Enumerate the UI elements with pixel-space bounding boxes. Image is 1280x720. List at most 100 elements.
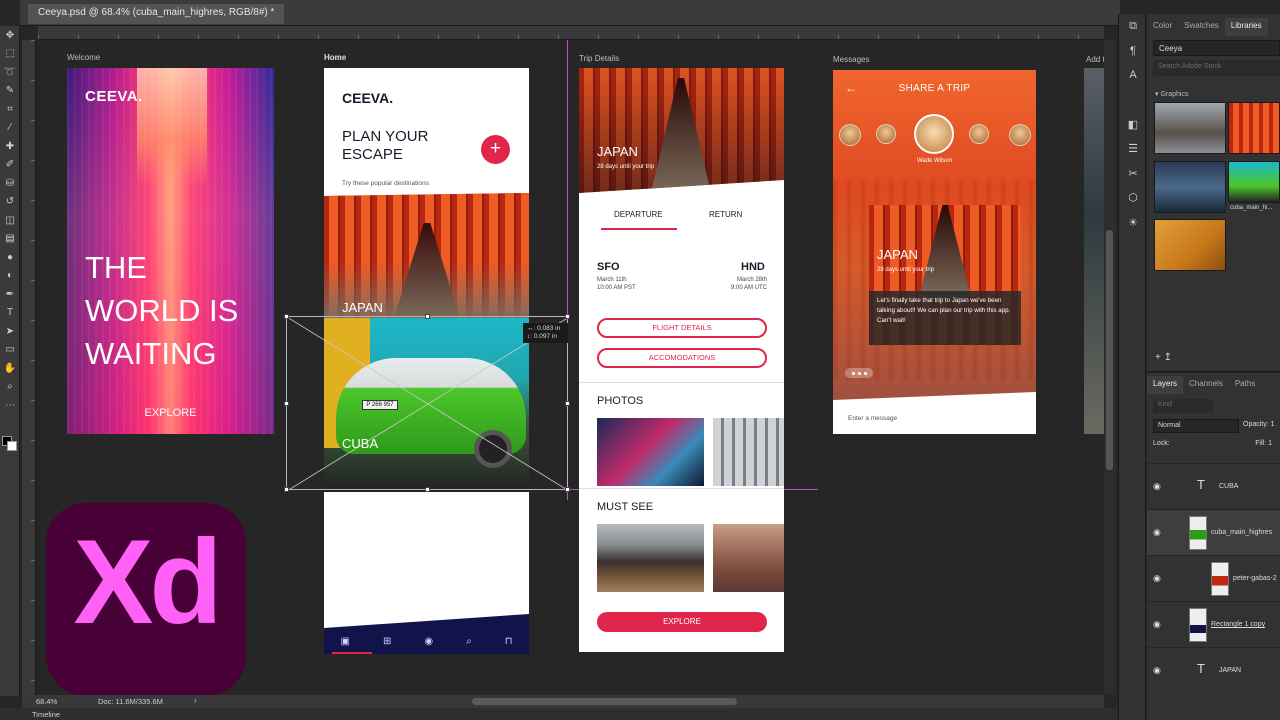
tools-presets-icon[interactable]: ✂ (1119, 161, 1147, 186)
shared-trip-card[interactable]: JAPAN 28 days until your trip Let's fina… (869, 205, 1021, 345)
add-library-item-icon[interactable]: + ↥ (1155, 352, 1172, 363)
adjustments-icon[interactable]: ◧ (1119, 112, 1147, 137)
tab-return[interactable]: RETURN (709, 210, 742, 219)
properties-icon[interactable]: ☰ (1119, 137, 1147, 162)
briefcase-icon[interactable]: ▣ (341, 636, 350, 647)
transform-handle[interactable] (284, 487, 289, 492)
library-graphic-castle[interactable] (1154, 102, 1226, 154)
layer-kind-filter[interactable]: Kind (1153, 399, 1213, 413)
transform-handle[interactable] (565, 401, 570, 406)
layer-row-cuba-main-highres[interactable]: ◉ cuba_main_highres (1147, 509, 1280, 555)
artboard-label-trip[interactable]: Trip Details (579, 54, 619, 63)
layer-row-japan[interactable]: ◉ T JAPAN (1147, 647, 1280, 693)
lasso-tool-icon[interactable]: ➰ (0, 63, 20, 82)
bookmark-icon[interactable]: ⊓ (505, 636, 513, 647)
move-tool-icon[interactable]: ✥ (0, 26, 20, 45)
artboard-label-messages[interactable]: Messages (833, 55, 869, 64)
path-select-tool-icon[interactable]: ➤ (0, 322, 20, 341)
visibility-eye-icon[interactable]: ◉ (1153, 619, 1161, 630)
healing-tool-icon[interactable]: ✚ (0, 137, 20, 156)
learn-icon[interactable]: ☀ (1119, 210, 1147, 235)
blend-mode-select[interactable]: Normal (1153, 419, 1239, 433)
tab-channels[interactable]: Channels (1183, 376, 1229, 394)
zoom-level[interactable]: 68.4% (36, 697, 57, 706)
more-tools-icon[interactable]: ⋯ (0, 396, 20, 415)
visibility-eye-icon[interactable]: ◉ (1153, 481, 1161, 492)
layer-row-rectangle-1-copy[interactable]: ◉ Rectangle 1 copy (1147, 601, 1280, 647)
brush-tool-icon[interactable]: ✐ (0, 156, 20, 175)
eye-icon[interactable]: ◉ (424, 636, 433, 647)
tab-layers[interactable]: Layers (1147, 376, 1184, 394)
avatar[interactable] (969, 124, 989, 144)
paragraph-icon[interactable]: ¶ (1119, 39, 1147, 64)
hand-tool-icon[interactable]: ✋ (0, 359, 20, 378)
stamp-tool-icon[interactable]: ⛁ (0, 174, 20, 193)
eyedropper-tool-icon[interactable]: ⁄ (0, 119, 20, 138)
avatar[interactable] (839, 124, 861, 146)
graphics-section-header[interactable]: ▾ Graphics (1155, 90, 1188, 98)
tab-color[interactable]: Color (1147, 18, 1178, 36)
quick-select-tool-icon[interactable]: ✎ (0, 82, 20, 101)
avatar-active[interactable] (914, 114, 954, 154)
accommodations-button[interactable]: ACCOMODATIONS (597, 348, 767, 368)
avatar[interactable] (1009, 124, 1031, 146)
blur-tool-icon[interactable]: ● (0, 248, 20, 267)
zoom-tool-icon[interactable]: ⌕ (0, 378, 20, 397)
transform-handle[interactable] (284, 401, 289, 406)
shape-tool-icon[interactable]: ▭ (0, 341, 20, 360)
must-see-castle-image[interactable] (597, 524, 704, 592)
history-icon[interactable]: ⧉ (1119, 14, 1147, 39)
grid-icon[interactable]: ⊞ (383, 636, 391, 647)
crop-tool-icon[interactable]: ⌗ (0, 100, 20, 119)
visibility-eye-icon[interactable]: ◉ (1153, 527, 1161, 538)
layer-row-peter-gabas[interactable]: ◉ peter-gabas-2 (1147, 555, 1280, 601)
tab-swatches[interactable]: Swatches (1178, 18, 1225, 36)
must-see-torii-image[interactable] (713, 524, 784, 592)
character-icon[interactable]: A (1119, 63, 1147, 88)
document-tab[interactable]: Ceeya.psd @ 68.4% (cuba_main_highres, RG… (28, 4, 285, 24)
welcome-artboard[interactable]: CEEVA. THE WORLD IS WAITING EXPLORE (67, 68, 274, 434)
vertical-scrollbar-thumb[interactable] (1106, 230, 1113, 470)
fill-field[interactable]: Fill: 1 (1255, 440, 1272, 447)
visibility-eye-icon[interactable]: ◉ (1153, 573, 1161, 584)
artboard-label-welcome[interactable]: Welcome (67, 53, 100, 62)
messages-artboard[interactable]: ← SHARE A TRIP Wade Wilson JAPAN 28 days… (833, 70, 1036, 434)
photo-thumbnail-building[interactable] (713, 418, 784, 486)
eraser-tool-icon[interactable]: ◫ (0, 211, 20, 230)
dodge-tool-icon[interactable]: ◐ (0, 267, 20, 286)
library-graphic-city[interactable] (1154, 161, 1226, 213)
library-graphic-alley[interactable] (1154, 219, 1226, 271)
library-graphic-torii[interactable] (1228, 102, 1280, 154)
library-dropdown[interactable]: Ceeya (1153, 40, 1280, 56)
photo-thumbnail-city[interactable] (597, 418, 704, 486)
add-trip-button[interactable]: + (481, 135, 510, 164)
status-menu-chevron-icon[interactable]: › (194, 696, 197, 705)
gradient-tool-icon[interactable]: ▤ (0, 230, 20, 249)
tab-libraries[interactable]: Libraries (1224, 18, 1268, 36)
history-brush-tool-icon[interactable]: ↺ (0, 193, 20, 212)
tab-departure[interactable]: DEPARTURE (614, 210, 663, 219)
pen-tool-icon[interactable]: ✒ (0, 285, 20, 304)
library-graphic-cuba[interactable] (1228, 161, 1280, 203)
3d-icon[interactable]: ⬡ (1119, 186, 1147, 211)
transform-handle[interactable] (425, 314, 430, 319)
avatar[interactable] (876, 124, 896, 144)
message-input[interactable]: Enter a message (848, 415, 897, 422)
timeline-panel-tab[interactable]: Timeline (0, 708, 1120, 720)
trip-explore-button[interactable]: EXPLORE (597, 612, 767, 632)
opacity-field[interactable]: Opacity: 1 (1243, 421, 1275, 428)
transform-handle[interactable] (425, 487, 430, 492)
artboard-label-next[interactable]: Add to (1086, 55, 1104, 64)
transform-handle[interactable] (284, 314, 289, 319)
search-icon[interactable]: ⌕ (466, 636, 472, 647)
adobe-stock-search-input[interactable]: Search Adobe Stock (1153, 60, 1280, 76)
flight-details-button[interactable]: FLIGHT DETAILS (597, 318, 767, 338)
trip-details-artboard[interactable]: JAPAN 28 days until your trip DEPARTURE … (579, 68, 784, 652)
transform-handle[interactable] (565, 314, 570, 319)
background-color-swatch[interactable] (7, 441, 17, 451)
transform-handle[interactable] (565, 487, 570, 492)
artboard-label-home[interactable]: Home (324, 53, 346, 62)
marquee-tool-icon[interactable]: ⬚ (0, 45, 20, 64)
welcome-explore-button[interactable]: EXPLORE (67, 407, 274, 419)
type-tool-icon[interactable]: T (0, 304, 20, 323)
